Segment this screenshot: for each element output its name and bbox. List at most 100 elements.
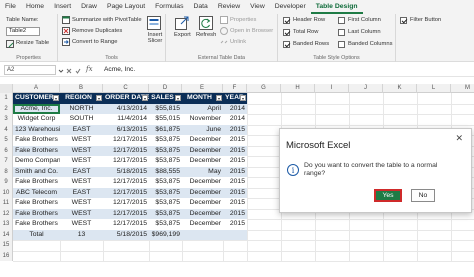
table-cell[interactable]: Fake Brothers — [13, 145, 60, 156]
table-cell[interactable]: 123 Warehousing — [13, 124, 60, 135]
table-cell[interactable]: 2014 — [223, 114, 247, 125]
properties-button[interactable]: Properties — [220, 16, 276, 25]
table-cell[interactable]: 12/17/2015 — [103, 208, 149, 219]
table-cell[interactable]: 12/17/2015 — [103, 145, 149, 156]
menu-data[interactable]: Data — [188, 1, 212, 14]
table-cell[interactable]: 2015 — [223, 198, 247, 209]
table-cell[interactable]: December — [182, 135, 223, 146]
table-cell[interactable]: Fake Brothers — [13, 198, 60, 209]
export-button[interactable]: Export — [174, 16, 191, 50]
filter-dropdown-icon[interactable] — [240, 95, 246, 101]
column-header-j[interactable]: J — [349, 84, 383, 93]
table-cell[interactable]: 5/18/2015 — [103, 166, 149, 177]
row-header-8[interactable]: 8 — [0, 166, 13, 177]
column-header-d[interactable]: D — [149, 84, 182, 93]
table-cell[interactable]: 12/17/2015 — [103, 219, 149, 230]
row-header-14[interactable]: 14 — [0, 229, 13, 240]
table-cell[interactable]: WEST — [60, 208, 103, 219]
menu-developer[interactable]: Developer — [270, 1, 311, 14]
table-cell[interactable]: 2015 — [223, 219, 247, 230]
table-cell[interactable]: $53,875 — [149, 208, 182, 219]
table-cell[interactable]: December — [182, 208, 223, 219]
row-header-10[interactable]: 10 — [0, 187, 13, 198]
column-header-c[interactable]: C — [103, 84, 149, 93]
formula-input[interactable]: Acme, Inc. — [104, 66, 135, 73]
row-header-16[interactable]: 16 — [0, 250, 13, 261]
table-cell[interactable]: 12/17/2015 — [103, 187, 149, 198]
table-cell[interactable]: ABC Telecom — [13, 187, 60, 198]
total-row-cell[interactable] — [182, 229, 223, 240]
table-cell[interactable]: WEST — [60, 198, 103, 209]
table-cell[interactable]: $53,875 — [149, 198, 182, 209]
table-cell[interactable]: WEST — [60, 145, 103, 156]
table-cell[interactable]: EAST — [60, 166, 103, 177]
total-row-cell[interactable] — [223, 229, 247, 240]
filter-dropdown-icon[interactable] — [175, 95, 181, 101]
table-cell[interactable]: $55,815 — [149, 103, 182, 114]
table-cell[interactable]: Fake Brothers — [13, 135, 60, 146]
table-cell[interactable]: 2015 — [223, 187, 247, 198]
total-row-checkbox[interactable] — [283, 29, 290, 36]
column-header-k[interactable]: K — [383, 84, 417, 93]
table-cell[interactable]: 4/13/2014 — [103, 103, 149, 114]
table-cell[interactable]: 2015 — [223, 124, 247, 135]
table-cell[interactable]: $53,875 — [149, 219, 182, 230]
table-cell[interactable]: Demo Company — [13, 156, 60, 167]
column-header-m[interactable]: M — [451, 84, 474, 93]
row-header-12[interactable]: 12 — [0, 208, 13, 219]
table-cell[interactable]: Fake Brothers — [13, 219, 60, 230]
table-cell[interactable]: 12/17/2015 — [103, 135, 149, 146]
table-cell[interactable]: 2015 — [223, 156, 247, 167]
total-row-cell[interactable]: Total — [13, 229, 60, 240]
table-cell[interactable]: April — [182, 103, 223, 114]
banded-rows-checkbox[interactable] — [283, 41, 290, 48]
table-cell[interactable]: December — [182, 156, 223, 167]
last-column-checkbox[interactable] — [338, 29, 345, 36]
table-cell[interactable]: 2015 — [223, 166, 247, 177]
column-header-g[interactable]: G — [247, 84, 281, 93]
first-column-checkbox[interactable] — [338, 17, 345, 24]
table-cell[interactable]: $61,875 — [149, 124, 182, 135]
menu-draw[interactable]: Draw — [76, 1, 102, 14]
filter-dropdown-icon[interactable] — [96, 95, 102, 101]
column-header-h[interactable]: H — [281, 84, 315, 93]
summarize-pivottable-button[interactable]: Summarize with PivotTable — [62, 16, 144, 25]
table-cell[interactable]: $53,875 — [149, 145, 182, 156]
row-header-9[interactable]: 9 — [0, 177, 13, 188]
column-header-e[interactable]: E — [182, 84, 223, 93]
header-row-checkbox[interactable] — [283, 17, 290, 24]
yes-button[interactable]: Yes — [374, 189, 402, 202]
unlink-button[interactable]: Unlink — [220, 38, 276, 47]
convert-to-range-button[interactable]: Convert to Range — [62, 38, 132, 47]
menu-file[interactable]: File — [0, 1, 21, 14]
filter-button-checkbox[interactable] — [400, 17, 407, 24]
table-cell[interactable]: $55,015 — [149, 114, 182, 125]
column-header-a[interactable]: A — [13, 84, 60, 93]
table-cell[interactable]: $88,555 — [149, 166, 182, 177]
no-button[interactable]: No — [411, 189, 435, 202]
table-cell[interactable]: May — [182, 166, 223, 177]
resize-table-button[interactable]: Resize Table — [6, 39, 56, 48]
chevron-down-icon[interactable] — [58, 68, 64, 74]
menu-home[interactable]: Home — [21, 1, 49, 14]
column-header-f[interactable]: F — [223, 84, 247, 93]
table-cell[interactable]: Widget Corp — [13, 114, 60, 125]
total-row-cell[interactable]: 5/18/2015 — [103, 229, 149, 240]
table-cell[interactable]: $53,875 — [149, 156, 182, 167]
menu-table-design[interactable]: Table Design — [310, 1, 363, 14]
name-box[interactable]: A2 — [4, 65, 56, 75]
table-cell[interactable]: WEST — [60, 177, 103, 188]
table-cell[interactable]: December — [182, 187, 223, 198]
table-cell[interactable]: 6/13/2015 — [103, 124, 149, 135]
table-cell[interactable]: 2015 — [223, 135, 247, 146]
menu-review[interactable]: Review — [213, 1, 245, 14]
insert-slicer-button[interactable]: Insert Slicer — [144, 16, 164, 50]
menu-insert[interactable]: Insert — [49, 1, 76, 14]
row-header-1[interactable]: 1 — [0, 93, 13, 104]
table-cell[interactable]: 2015 — [223, 208, 247, 219]
table-cell[interactable]: NORTH — [60, 103, 103, 114]
table-cell[interactable]: $53,875 — [149, 135, 182, 146]
table-cell[interactable]: 11/4/2014 — [103, 114, 149, 125]
menu-view[interactable]: View — [245, 1, 270, 14]
table-cell[interactable]: $53,875 — [149, 187, 182, 198]
